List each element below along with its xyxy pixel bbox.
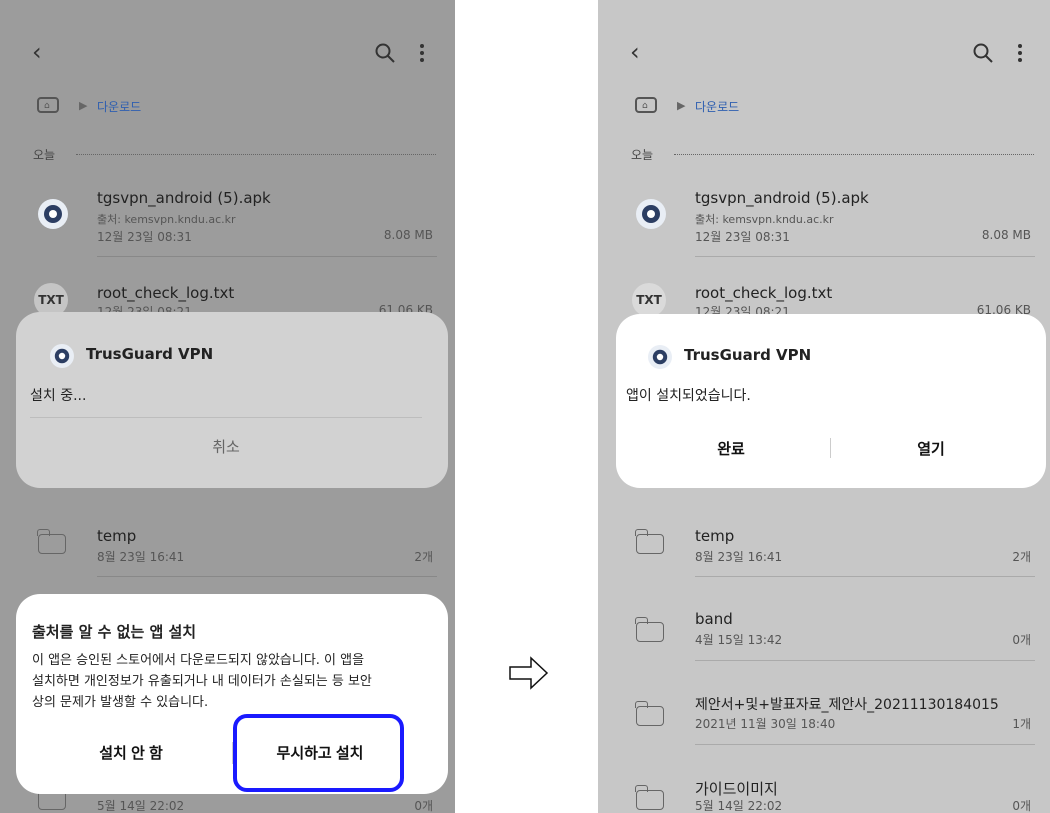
folder-name[interactable]: 제안서+및+발표자료_제안사_20211130184015 <box>695 694 999 714</box>
install-complete-message: 앱이 설치되었습니다. <box>626 388 751 404</box>
folder-date: 8월 23일 16:41 <box>695 550 783 564</box>
row-separator <box>695 576 1035 577</box>
transition-arrow-icon <box>509 656 549 690</box>
folder-icon <box>37 529 66 554</box>
folder-name[interactable]: temp <box>97 527 136 545</box>
installing-dialog: TrusGuard VPN 설치 중... 취소 <box>16 312 448 488</box>
folder-date: 8월 23일 16:41 <box>97 550 185 564</box>
row-separator <box>97 576 437 577</box>
search-icon[interactable] <box>972 42 994 64</box>
row-separator <box>97 256 437 257</box>
dialog-separator <box>30 417 422 418</box>
file-source: 출처: kemsvpn.kndu.ac.kr <box>97 213 236 226</box>
phone-screen-installed: ‹ ⌂ ▶ 다운로드 오늘 tgsvpn_android (5).apk 출처:… <box>598 0 1050 813</box>
dialog-app-name: TrusGuard VPN <box>86 345 214 363</box>
breadcrumb-arrow-icon: ▶ <box>677 99 686 112</box>
folder-name[interactable]: band <box>695 610 733 628</box>
vpn-app-icon <box>636 199 666 229</box>
file-source: 출처: kemsvpn.kndu.ac.kr <box>695 213 834 226</box>
vpn-app-icon <box>648 345 672 369</box>
folder-icon <box>635 785 664 810</box>
phone-screen-installing: ‹ ⌂ ▶ 다운로드 오늘 tgsvpn_android (5).apk 출처:… <box>0 0 455 813</box>
installed-dialog: TrusGuard VPN 앱이 설치되었습니다. 완료 열기 <box>616 314 1046 488</box>
more-options-icon[interactable] <box>1016 42 1024 64</box>
file-date: 12월 23일 08:31 <box>695 230 790 244</box>
breadcrumb-arrow-icon: ▶ <box>79 99 88 112</box>
row-separator <box>695 660 1035 661</box>
folder-date: 4월 15일 13:42 <box>695 633 783 647</box>
dialog-message-line: 상의 문제가 발생할 수 있습니다. <box>32 695 209 710</box>
folder-icon <box>635 529 664 554</box>
section-divider <box>76 154 436 155</box>
folder-count: 0개 <box>414 799 433 813</box>
vpn-app-icon <box>38 199 68 229</box>
folder-name[interactable]: 가이드이미지 <box>695 778 778 799</box>
button-divider <box>830 438 831 458</box>
file-name[interactable]: tgsvpn_android (5).apk <box>97 189 271 207</box>
row-separator <box>695 744 1035 745</box>
file-size: 8.08 MB <box>981 228 1031 242</box>
install-status: 설치 중... <box>30 388 87 404</box>
section-header-today: 오늘 <box>631 148 654 162</box>
txt-file-icon: TXT <box>632 283 666 317</box>
dialog-app-name: TrusGuard VPN <box>684 346 812 364</box>
folder-date: 2021년 11월 30일 18:40 <box>695 717 836 731</box>
folder-count: 0개 <box>1012 799 1031 813</box>
back-icon[interactable]: ‹ <box>32 40 42 64</box>
file-name[interactable]: tgsvpn_android (5).apk <box>695 189 869 207</box>
done-button[interactable]: 완료 <box>636 437 826 460</box>
folder-count: 1개 <box>1012 717 1031 731</box>
vpn-app-icon <box>50 344 74 368</box>
home-icon[interactable]: ⌂ <box>635 97 657 113</box>
row-separator <box>695 256 1035 257</box>
search-icon[interactable] <box>374 42 396 64</box>
dont-install-button[interactable]: 설치 안 함 <box>36 741 226 764</box>
breadcrumb-current[interactable]: 다운로드 <box>97 98 141 115</box>
dialog-title: 출처를 알 수 없는 앱 설치 <box>32 623 197 641</box>
file-size: 8.08 MB <box>383 228 433 242</box>
home-icon[interactable]: ⌂ <box>37 97 59 113</box>
folder-icon <box>635 701 664 726</box>
section-header-today: 오늘 <box>33 148 56 162</box>
back-icon[interactable]: ‹ <box>630 40 640 64</box>
folder-date: 5월 14일 22:02 <box>695 799 783 813</box>
folder-count: 2개 <box>414 550 433 564</box>
cancel-button[interactable]: 취소 <box>30 436 422 457</box>
folder-name[interactable]: temp <box>695 527 734 545</box>
more-options-icon[interactable] <box>418 42 426 64</box>
file-name[interactable]: root_check_log.txt <box>695 284 832 302</box>
open-button[interactable]: 열기 <box>836 437 1026 460</box>
folder-icon <box>635 617 664 642</box>
install-anyway-button[interactable]: 무시하고 설치 <box>238 741 402 764</box>
dialog-message-line: 설치하면 개인정보가 유출되거나 내 데이터가 손실되는 등 보안 <box>32 674 372 689</box>
section-divider <box>674 154 1034 155</box>
folder-count: 2개 <box>1012 550 1031 564</box>
unknown-source-dialog: 출처를 알 수 없는 앱 설치 이 앱은 승인된 스토어에서 다운로드되지 않았… <box>16 594 448 794</box>
file-name[interactable]: root_check_log.txt <box>97 284 234 302</box>
dialog-message-line: 이 앱은 승인된 스토어에서 다운로드되지 않았습니다. 이 앱을 <box>32 653 365 668</box>
breadcrumb-current[interactable]: 다운로드 <box>695 98 739 115</box>
folder-date: 5월 14일 22:02 <box>97 799 185 813</box>
folder-count: 0개 <box>1012 633 1031 647</box>
file-date: 12월 23일 08:31 <box>97 230 192 244</box>
